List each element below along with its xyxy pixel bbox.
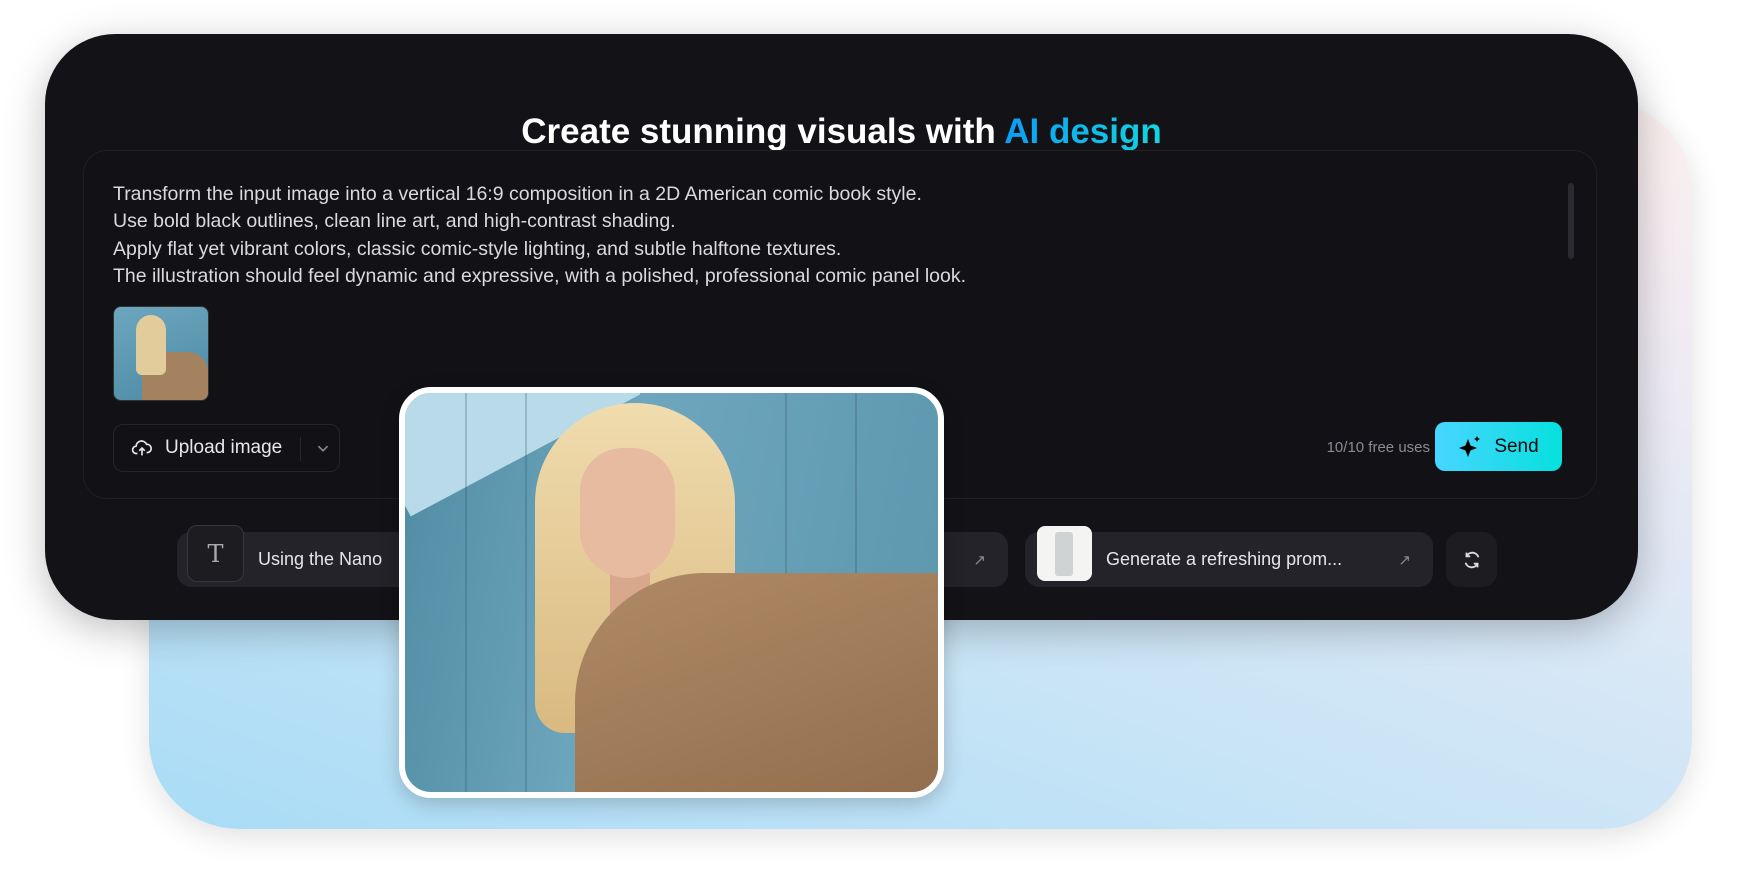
suggestion-thumbnail — [1037, 526, 1092, 581]
send-button[interactable]: Send — [1435, 422, 1562, 471]
uploaded-image-thumbnail[interactable] — [113, 306, 209, 401]
prompt-textarea[interactable]: Transform the input image into a vertica… — [113, 181, 966, 290]
text-type-icon: T — [187, 525, 244, 582]
title-highlight: AI design — [1004, 112, 1162, 151]
upload-image-button[interactable]: Upload image — [113, 424, 340, 472]
page-title: Create stunning visuals with AI design — [521, 112, 1162, 151]
chevron-down-icon[interactable] — [312, 437, 334, 459]
sparkle-icon — [1459, 435, 1481, 457]
preview-photo — [399, 387, 944, 798]
cloud-upload-icon — [131, 440, 152, 456]
free-uses-counter: 10/10 free uses — [1326, 439, 1430, 456]
arrow-up-right-icon: ↗ — [973, 551, 986, 569]
arrow-up-right-icon: ↗ — [1398, 551, 1411, 569]
refresh-icon — [1464, 551, 1479, 568]
divider — [300, 437, 301, 461]
scrollbar[interactable] — [1568, 183, 1574, 259]
refresh-suggestions-button[interactable] — [1446, 532, 1497, 587]
suggestion-chip[interactable]: Generate a refreshing prom... ↗ — [1025, 526, 1433, 587]
